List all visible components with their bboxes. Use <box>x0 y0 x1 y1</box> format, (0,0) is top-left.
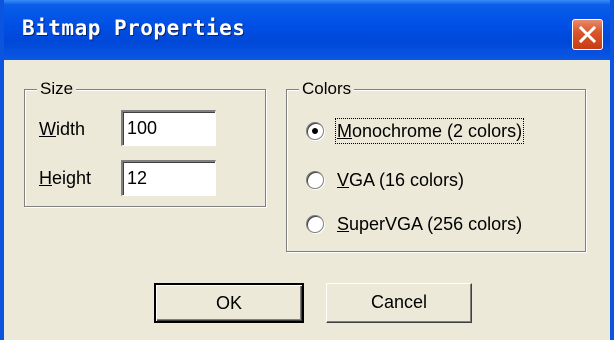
width-label-rest: idth <box>56 119 86 139</box>
monochrome-mnemonic: M <box>337 121 352 141</box>
vga-radio[interactable] <box>306 171 324 189</box>
width-label-mnemonic: W <box>39 119 56 139</box>
monochrome-radio[interactable] <box>306 122 324 140</box>
close-button[interactable] <box>572 19 603 50</box>
cancel-button[interactable]: Cancel <box>326 283 472 323</box>
supervga-radio-label[interactable]: SuperVGA (256 colors) <box>337 213 522 235</box>
supervga-radio[interactable] <box>306 215 324 233</box>
width-label: Width <box>39 118 85 140</box>
vga-radio-label[interactable]: VGA (16 colors) <box>337 169 464 191</box>
height-label-mnemonic: H <box>39 168 52 188</box>
dialog-title: Bitmap Properties <box>22 16 246 40</box>
title-bar[interactable]: Bitmap Properties <box>4 0 610 60</box>
radio-selected-dot <box>312 128 318 134</box>
supervga-rest: uperVGA (256 colors) <box>349 214 523 234</box>
vga-rest: GA (16 colors) <box>349 170 465 190</box>
bitmap-properties-dialog: Bitmap Properties Size Width 100 Height … <box>0 0 614 340</box>
ok-button[interactable]: OK <box>154 283 304 323</box>
size-group-label: Size <box>37 79 77 99</box>
vga-mnemonic: V <box>337 170 350 190</box>
supervga-mnemonic: S <box>337 214 350 234</box>
colors-group-label: Colors <box>299 79 355 99</box>
close-icon <box>579 26 596 43</box>
width-input[interactable]: 100 <box>121 110 216 146</box>
height-label-rest: eight <box>52 168 92 188</box>
monochrome-rest: onochrome (2 colors) <box>352 121 523 141</box>
height-label: Height <box>39 167 91 189</box>
monochrome-radio-label[interactable]: Monochrome (2 colors) <box>334 118 525 144</box>
height-input[interactable]: 12 <box>121 160 216 196</box>
